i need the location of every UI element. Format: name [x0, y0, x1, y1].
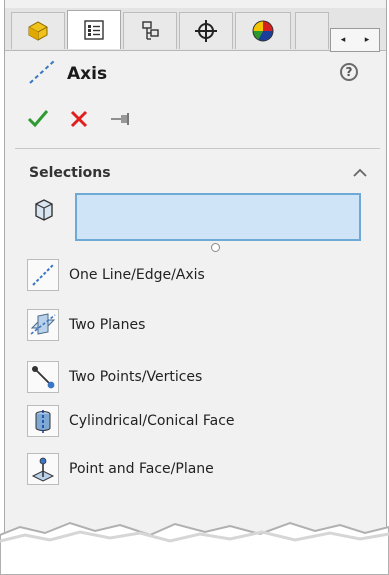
tab-propertymanager[interactable] [67, 10, 121, 49]
chevron-up-icon[interactable] [353, 168, 367, 178]
line-edge-axis-icon [32, 264, 54, 286]
tab-dimxpert[interactable] [179, 12, 233, 49]
option-label: Cylindrical/Conical Face [69, 413, 235, 429]
pin-icon[interactable] [109, 111, 133, 127]
header-divider [15, 148, 380, 149]
list-resize-handle[interactable] [211, 243, 220, 252]
two-points-icon [32, 366, 55, 389]
option-two-points-vertices[interactable]: Two Points/Vertices [27, 360, 357, 394]
scroll-right-icon[interactable]: ▸ [365, 35, 370, 45]
property-manager-icon [84, 20, 104, 40]
propertymanager-panel: ◂ ▸ Axis ? Selections One Line/Edge/Axis… [4, 0, 387, 545]
option-two-planes[interactable]: Two Planes [27, 308, 357, 342]
axis-icon [29, 60, 55, 84]
option-cylindrical-conical-face[interactable]: Cylindrical/Conical Face [27, 404, 357, 438]
manager-tab-strip: ◂ ▸ [5, 8, 386, 52]
option-label: Point and Face/Plane [69, 461, 214, 477]
cylindrical-face-icon [35, 410, 51, 433]
tab-scroll-control[interactable]: ◂ ▸ [330, 28, 380, 52]
reference-entities-icon [35, 199, 53, 221]
two-planes-icon [30, 313, 56, 335]
tab-display[interactable] [235, 12, 291, 49]
dimxpert-icon [195, 20, 217, 42]
selection-list-box[interactable] [75, 193, 361, 241]
option-label: Two Points/Vertices [69, 369, 203, 385]
cancel-icon[interactable] [69, 109, 89, 129]
option-point-and-face-plane[interactable]: Point and Face/Plane [27, 452, 357, 486]
point-face-icon [31, 457, 55, 482]
configuration-manager-icon [142, 21, 159, 40]
tab-featuremanager[interactable] [11, 12, 65, 49]
help-icon[interactable]: ? [340, 63, 358, 81]
scroll-left-icon[interactable]: ◂ [341, 35, 346, 45]
tab-configurationmanager[interactable] [123, 12, 177, 49]
feature-manager-icon [28, 21, 48, 41]
ok-icon[interactable] [27, 108, 49, 128]
page-title: Axis [67, 64, 108, 84]
selections-group-title: Selections [29, 165, 111, 181]
option-label: Two Planes [69, 317, 146, 333]
option-label: One Line/Edge/Axis [69, 267, 205, 283]
torn-edge-decoration [0, 521, 389, 575]
option-one-line-edge-axis[interactable]: One Line/Edge/Axis [27, 258, 357, 292]
display-manager-icon [252, 20, 274, 42]
tab-more[interactable] [295, 12, 329, 49]
